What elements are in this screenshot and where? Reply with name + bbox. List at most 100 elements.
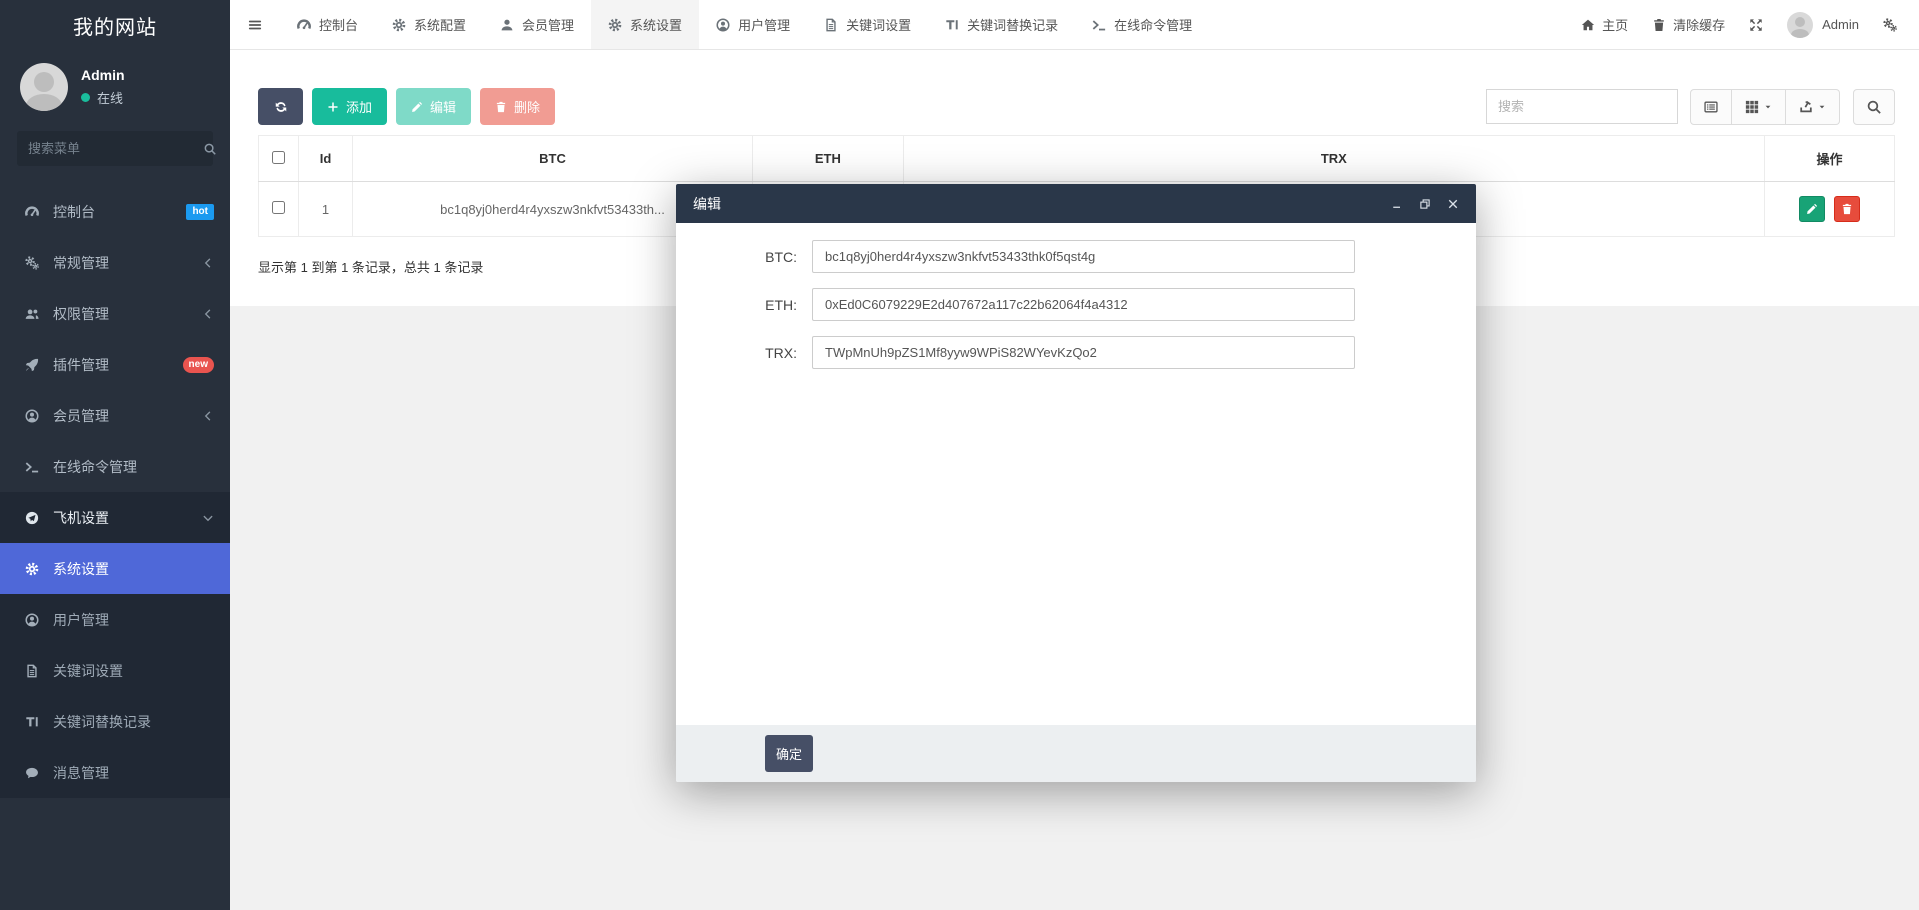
tab-members[interactable]: 会员管理 [483, 0, 591, 49]
export-button[interactable] [1786, 89, 1840, 125]
eth-field[interactable] [812, 288, 1355, 321]
gears-icon [1883, 18, 1897, 32]
sidebar: 我的网站 Admin 在线 控制台 hot 常规管理 权限管理 [0, 0, 230, 910]
sidebar-item-members[interactable]: 会员管理 [0, 390, 230, 441]
header-eth: ETH [753, 136, 904, 182]
sidebar-item-command[interactable]: 在线命令管理 [0, 441, 230, 492]
tab-system-settings[interactable]: 系统设置 [591, 0, 699, 49]
home-link[interactable]: 主页 [1581, 15, 1628, 34]
trash-icon [495, 101, 507, 113]
tab-dashboard[interactable]: 控制台 [280, 0, 375, 49]
grid-icon [1745, 100, 1759, 114]
close-icon [1447, 198, 1459, 210]
eth-field-label: ETH: [676, 297, 797, 313]
sidebar-item-label: 飞机设置 [53, 508, 109, 528]
tab-label: 关键词设置 [846, 15, 911, 34]
clear-cache-link[interactable]: 清除缓存 [1652, 15, 1725, 34]
tab-keyword-settings[interactable]: 关键词设置 [807, 0, 928, 49]
settings-button[interactable] [1883, 18, 1897, 32]
sidebar-item-label: 常规管理 [53, 253, 109, 273]
chevron-down-icon [202, 512, 214, 524]
close-button[interactable] [1447, 198, 1459, 210]
minimize-button[interactable] [1391, 198, 1403, 210]
new-badge: new [183, 357, 214, 373]
row-select-cell [259, 182, 299, 237]
tab-keyword-replace-log[interactable]: 关键词替换记录 [928, 0, 1075, 49]
minimize-icon [1391, 198, 1403, 210]
sidebar-item-label: 会员管理 [53, 406, 109, 426]
rocket-icon [25, 358, 39, 372]
user-status-label: 在线 [97, 88, 123, 107]
trx-field-label: TRX: [676, 345, 797, 361]
maximize-button[interactable] [1419, 198, 1431, 210]
row-checkbox[interactable] [272, 201, 285, 214]
fullscreen-button[interactable] [1749, 18, 1763, 32]
delete-button[interactable]: 删除 [480, 88, 555, 125]
sidebar-item-keyword-replace-log[interactable]: 关键词替换记录 [0, 696, 230, 747]
paper-plane-icon [25, 511, 39, 525]
tab-command[interactable]: 在线命令管理 [1075, 0, 1209, 49]
sidebar-item-label: 用户管理 [53, 610, 109, 630]
expand-icon [1749, 18, 1763, 32]
user-icon [500, 18, 514, 32]
topbar: 控制台 系统配置 会员管理 系统设置 用户管理 关键词设置 关键词替换记录 在 [230, 0, 1919, 50]
text-width-icon [25, 715, 39, 729]
search-toggle-button[interactable] [1853, 89, 1895, 125]
user-circle-icon [716, 18, 730, 32]
sidebar-item-telegram-settings[interactable]: 飞机设置 [0, 492, 230, 543]
comment-icon [25, 766, 39, 780]
sidebar-item-keyword-settings[interactable]: 关键词设置 [0, 645, 230, 696]
select-all-checkbox[interactable] [272, 151, 285, 164]
gauge-icon [25, 205, 39, 219]
chevron-left-icon [202, 410, 214, 422]
gears-icon [25, 256, 39, 270]
sidebar-item-dashboard[interactable]: 控制台 hot [0, 186, 230, 237]
tab-system-config[interactable]: 系统配置 [375, 0, 483, 49]
header-trx: TRX [903, 136, 1764, 182]
toolbar-right [1486, 89, 1895, 125]
btc-field[interactable] [812, 240, 1355, 273]
chevron-left-icon [202, 257, 214, 269]
chevron-left-icon [202, 308, 214, 320]
file-text-icon [824, 18, 838, 32]
refresh-button[interactable] [258, 88, 303, 125]
hamburger-icon [248, 18, 262, 32]
sidebar-item-addons[interactable]: 插件管理 new [0, 339, 230, 390]
dialog-body: BTC: ETH: TRX: [676, 223, 1476, 725]
confirm-button[interactable]: 确定 [765, 735, 813, 772]
clear-cache-label: 清除缓存 [1673, 15, 1725, 34]
sidebar-item-label: 在线命令管理 [53, 457, 137, 477]
sidebar-search-input[interactable] [28, 141, 204, 156]
form-row-eth: ETH: [676, 288, 1476, 321]
sidebar-menu: 控制台 hot 常规管理 权限管理 插件管理 new 会员管理 在线命令管理 [0, 186, 230, 798]
gear-icon [25, 562, 39, 576]
sidebar-item-label: 系统设置 [53, 559, 109, 579]
user-name: Admin [81, 67, 125, 83]
avatar [1787, 12, 1813, 38]
text-width-icon [945, 18, 959, 32]
add-button[interactable]: 添加 [312, 88, 387, 125]
row-edit-button[interactable] [1799, 196, 1825, 222]
gear-icon [392, 18, 406, 32]
sidebar-item-system-settings[interactable]: 系统设置 [0, 543, 230, 594]
sidebar-item-general[interactable]: 常规管理 [0, 237, 230, 288]
toggle-view-button[interactable] [1690, 89, 1732, 125]
trx-field[interactable] [812, 336, 1355, 369]
sidebar-item-message-management[interactable]: 消息管理 [0, 747, 230, 798]
sidebar-item-auth[interactable]: 权限管理 [0, 288, 230, 339]
hot-badge: hot [186, 204, 214, 220]
table-view-buttons [1690, 89, 1840, 125]
tab-user-management[interactable]: 用户管理 [699, 0, 807, 49]
edit-button[interactable]: 编辑 [396, 88, 471, 125]
user-menu[interactable]: Admin [1787, 12, 1859, 38]
table-search-input[interactable] [1486, 89, 1678, 124]
header-actions: 操作 [1765, 136, 1895, 182]
sidebar-toggle-button[interactable] [230, 0, 280, 49]
dialog-titlebar[interactable]: 编辑 [676, 184, 1476, 223]
sidebar-item-user-management[interactable]: 用户管理 [0, 594, 230, 645]
list-alt-icon [1704, 100, 1718, 114]
columns-button[interactable] [1732, 89, 1786, 125]
dialog-footer: 确定 [676, 725, 1476, 782]
row-delete-button[interactable] [1834, 196, 1860, 222]
dialog-title: 编辑 [693, 194, 721, 214]
